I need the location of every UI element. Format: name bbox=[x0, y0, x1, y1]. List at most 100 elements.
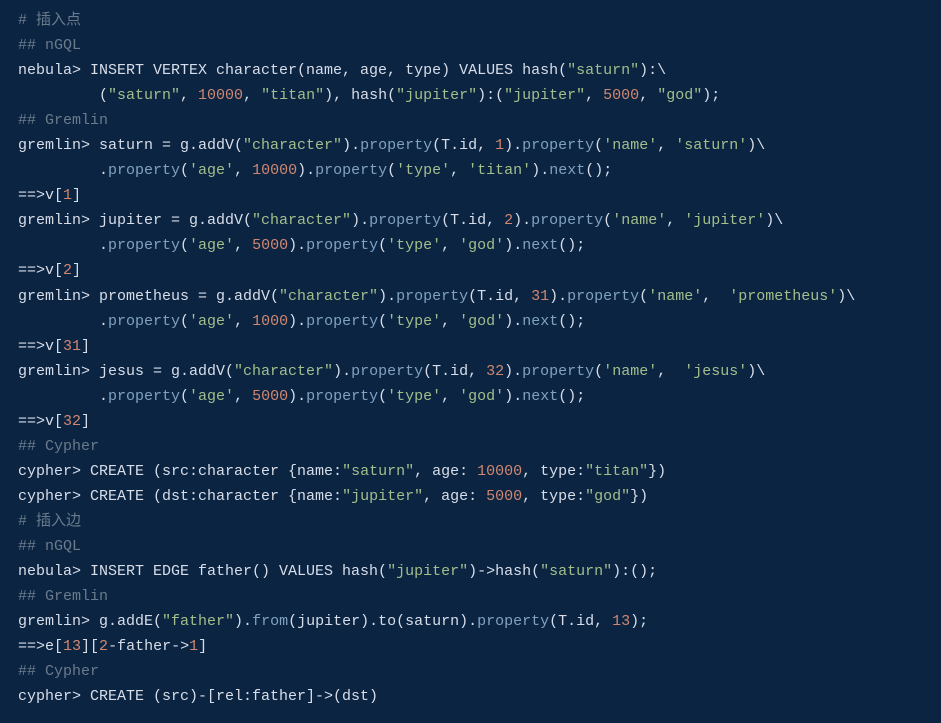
code-token: "character" bbox=[252, 212, 351, 229]
code-line: ## Gremlin bbox=[18, 112, 108, 129]
code-token: ). bbox=[504, 313, 522, 330]
code-token: ( bbox=[18, 87, 108, 104]
code-token: 2 bbox=[504, 212, 513, 229]
code-token: , bbox=[585, 87, 603, 104]
code-token: "character" bbox=[234, 363, 333, 380]
code-token: property bbox=[306, 388, 378, 405]
code-line: .property('age', 5000).property('type', … bbox=[18, 237, 585, 254]
code-token: (); bbox=[558, 313, 585, 330]
code-token: (T.id, bbox=[441, 212, 504, 229]
code-line: ## nGQL bbox=[18, 37, 81, 54]
code-token: )\ bbox=[765, 212, 783, 229]
code-token: next bbox=[549, 162, 585, 179]
code-token: ( bbox=[594, 137, 603, 154]
code-token: nebula> INSERT VERTEX character(name, ag… bbox=[18, 62, 567, 79]
code-token: 'type' bbox=[387, 388, 441, 405]
code-token: )\ bbox=[837, 288, 855, 305]
code-token: ] bbox=[72, 187, 81, 204]
code-token: 'name' bbox=[648, 288, 702, 305]
code-token: , type: bbox=[522, 488, 585, 505]
code-token: , bbox=[441, 388, 459, 405]
code-token: , bbox=[234, 313, 252, 330]
code-token: ( bbox=[180, 313, 189, 330]
code-line: gremlin> saturn = g.addV("character").pr… bbox=[18, 137, 765, 154]
code-token: 'age' bbox=[189, 313, 234, 330]
code-token: 'jupiter' bbox=[684, 212, 765, 229]
code-token: 'age' bbox=[189, 237, 234, 254]
code-line: ==>v[1] bbox=[18, 187, 81, 204]
code-token: property bbox=[396, 288, 468, 305]
code-token: ## Gremlin bbox=[18, 588, 108, 605]
code-token: ). bbox=[288, 313, 306, 330]
code-token: ==>v[ bbox=[18, 338, 63, 355]
code-token: ==>v[ bbox=[18, 187, 63, 204]
code-line: gremlin> prometheus = g.addV("character"… bbox=[18, 288, 855, 305]
code-token: 'god' bbox=[459, 388, 504, 405]
code-token: , bbox=[666, 212, 684, 229]
code-token: (T.id, bbox=[468, 288, 531, 305]
code-token: 13 bbox=[63, 638, 81, 655]
code-token: property bbox=[567, 288, 639, 305]
code-token: next bbox=[522, 313, 558, 330]
code-token: ## Cypher bbox=[18, 438, 99, 455]
code-line: .property('age', 5000).property('type', … bbox=[18, 388, 585, 405]
code-token: 'type' bbox=[387, 313, 441, 330]
code-token: ). bbox=[531, 162, 549, 179]
code-token: gremlin> saturn = g.addV( bbox=[18, 137, 243, 154]
code-line: ==>v[2] bbox=[18, 262, 81, 279]
code-token: ( bbox=[378, 313, 387, 330]
code-line: ==>v[32] bbox=[18, 413, 90, 430]
code-token: 32 bbox=[63, 413, 81, 430]
code-line: cypher> CREATE (src)-[rel:father]->(dst) bbox=[18, 688, 378, 705]
code-token: from bbox=[252, 613, 288, 630]
code-line: ## Gremlin bbox=[18, 588, 108, 605]
code-token: , bbox=[450, 162, 468, 179]
code-token: "jupiter" bbox=[387, 563, 468, 580]
code-token: ==>v[ bbox=[18, 262, 63, 279]
code-token: ). bbox=[342, 137, 360, 154]
code-token: (T.id, bbox=[432, 137, 495, 154]
code-token: ). bbox=[234, 613, 252, 630]
code-token: }) bbox=[630, 488, 648, 505]
code-token: ). bbox=[288, 388, 306, 405]
code-line: ## Cypher bbox=[18, 438, 99, 455]
code-token: 'god' bbox=[459, 313, 504, 330]
code-token: , bbox=[243, 87, 261, 104]
code-token: ] bbox=[198, 638, 207, 655]
code-token: ] bbox=[81, 413, 90, 430]
code-token: ] bbox=[72, 262, 81, 279]
code-token: )\ bbox=[747, 137, 765, 154]
code-token: property bbox=[306, 313, 378, 330]
code-token: ):(); bbox=[612, 563, 657, 580]
code-token: 'titan' bbox=[468, 162, 531, 179]
code-token: . bbox=[18, 313, 108, 330]
code-token: ][ bbox=[81, 638, 99, 655]
code-token: property bbox=[315, 162, 387, 179]
code-token: 31 bbox=[63, 338, 81, 355]
code-token: 32 bbox=[486, 363, 504, 380]
code-token: "jupiter" bbox=[396, 87, 477, 104]
code-line: # 插入点 bbox=[18, 12, 81, 29]
code-token: ( bbox=[387, 162, 396, 179]
code-token: ). bbox=[504, 137, 522, 154]
code-token: cypher> CREATE (src)-[rel:father]->(dst) bbox=[18, 688, 378, 705]
code-token: (T.id, bbox=[549, 613, 612, 630]
code-token: property bbox=[369, 212, 441, 229]
code-line: ==>v[31] bbox=[18, 338, 90, 355]
code-token: gremlin> prometheus = g.addV( bbox=[18, 288, 279, 305]
code-token: ):\ bbox=[639, 62, 666, 79]
code-token: , bbox=[180, 87, 198, 104]
code-token: ). bbox=[504, 388, 522, 405]
code-token: ). bbox=[333, 363, 351, 380]
code-line: gremlin> jupiter = g.addV("character").p… bbox=[18, 212, 783, 229]
code-token: property bbox=[522, 363, 594, 380]
code-token: -father-> bbox=[108, 638, 189, 655]
code-token: 13 bbox=[612, 613, 630, 630]
code-token: 2 bbox=[99, 638, 108, 655]
code-token: ( bbox=[603, 212, 612, 229]
code-line: ## Cypher bbox=[18, 663, 99, 680]
code-token: (); bbox=[558, 388, 585, 405]
code-token: , bbox=[441, 313, 459, 330]
code-token: ). bbox=[351, 212, 369, 229]
code-token: ). bbox=[378, 288, 396, 305]
